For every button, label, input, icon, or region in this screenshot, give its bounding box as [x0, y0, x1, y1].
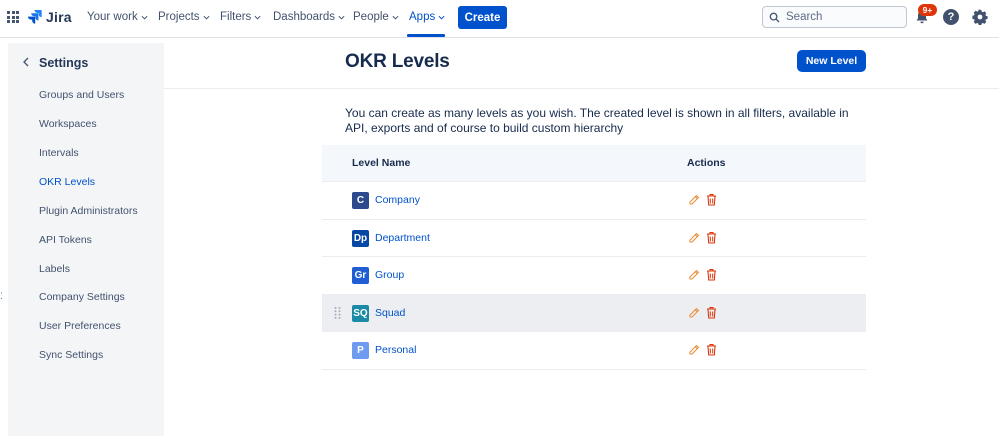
page-title: OKR Levels: [345, 51, 450, 72]
column-header-actions: Actions: [687, 157, 726, 169]
search-icon: [769, 12, 780, 23]
trash-icon[interactable]: [706, 343, 717, 356]
header-divider: [164, 88, 999, 89]
nav-apps[interactable]: Apps: [409, 11, 445, 23]
settings-sidebar: Settings Groups and Users Workspaces Int…: [8, 43, 164, 436]
pencil-icon[interactable]: [688, 307, 700, 319]
page-description: You can create as many levels as you wis…: [345, 106, 849, 135]
sidebar-title: Settings: [39, 56, 89, 70]
nav-label: Filters: [220, 11, 252, 23]
search-box[interactable]: [762, 6, 907, 28]
level-name-link[interactable]: Company: [375, 194, 420, 206]
level-name-link[interactable]: Personal: [375, 344, 416, 356]
jira-logo[interactable]: Jira: [28, 9, 72, 25]
chevron-down-icon: [338, 15, 345, 20]
sidebar-item-sync-settings[interactable]: Sync Settings: [39, 349, 103, 361]
nav-filters[interactable]: Filters: [220, 11, 261, 23]
product-name: Jira: [46, 9, 72, 25]
chevron-down-icon: [203, 15, 210, 20]
levels-table: Level Name Actions C Company Dp Departme…: [322, 145, 866, 370]
level-name-link[interactable]: Department: [375, 232, 430, 244]
level-avatar: Dp: [352, 229, 369, 247]
level-avatar: P: [352, 342, 369, 359]
table-row: C Company: [322, 182, 866, 220]
nav-dashboards[interactable]: Dashboards: [273, 11, 345, 23]
nav-label: Dashboards: [273, 11, 336, 23]
chevron-down-icon: [438, 15, 445, 20]
sidebar-item-user-preferences[interactable]: User Preferences: [39, 320, 121, 332]
level-name-link[interactable]: Group: [375, 269, 404, 281]
chevron-down-icon: [392, 15, 399, 20]
chevron-left-icon[interactable]: [22, 57, 30, 67]
level-avatar: Gr: [352, 267, 369, 284]
chevron-down-icon: [254, 15, 261, 20]
pencil-icon[interactable]: [688, 194, 700, 206]
nav-label: Projects: [158, 11, 200, 23]
pencil-icon[interactable]: [688, 344, 700, 356]
pencil-icon[interactable]: [688, 269, 700, 281]
sidebar-item-company-settings[interactable]: Company Settings: [39, 291, 125, 303]
trash-icon[interactable]: [706, 231, 717, 244]
table-row: P Personal: [322, 332, 866, 370]
nav-label: Your work: [87, 11, 138, 23]
nav-label: Apps: [409, 11, 436, 23]
table-row: SQ Squad: [322, 294, 866, 332]
nav-your-work[interactable]: Your work: [87, 11, 148, 23]
sidebar-item-plugin-administrators[interactable]: Plugin Administrators: [39, 205, 138, 217]
sidebar-item-groups-and-users[interactable]: Groups and Users: [39, 89, 124, 101]
sidebar-resize-handle[interactable]: ⁚: [0, 291, 3, 302]
table-row: Dp Department: [322, 219, 866, 257]
sidebar-item-api-tokens[interactable]: API Tokens: [39, 234, 92, 246]
table-header: Level Name Actions: [322, 145, 866, 182]
help-icon[interactable]: ?: [943, 9, 959, 25]
new-level-button[interactable]: New Level: [797, 50, 866, 72]
active-nav-indicator: [407, 34, 445, 37]
level-avatar: C: [352, 192, 369, 209]
top-navigation: Jira Your work Projects Filters Dashboar…: [0, 0, 999, 38]
chevron-down-icon: [141, 15, 148, 20]
notification-count-badge: 9+: [918, 4, 937, 16]
trash-icon[interactable]: [706, 306, 717, 319]
search-input[interactable]: [786, 11, 896, 23]
table-row: Gr Group: [322, 257, 866, 295]
app-switcher-icon[interactable]: [7, 11, 19, 23]
sidebar-item-workspaces[interactable]: Workspaces: [39, 118, 97, 130]
column-header-level-name: Level Name: [352, 157, 411, 169]
gear-icon[interactable]: [972, 9, 988, 25]
drag-handle-icon[interactable]: [334, 306, 341, 320]
create-button[interactable]: Create: [458, 6, 507, 29]
sidebar-item-labels[interactable]: Labels: [39, 263, 70, 275]
sidebar-item-intervals[interactable]: Intervals: [39, 147, 79, 159]
pencil-icon[interactable]: [688, 232, 700, 244]
jira-logo-icon: [28, 10, 42, 24]
sidebar-item-okr-levels[interactable]: OKR Levels: [39, 176, 95, 188]
nav-label: People: [353, 11, 389, 23]
trash-icon[interactable]: [706, 193, 717, 206]
nav-people[interactable]: People: [353, 11, 399, 23]
trash-icon[interactable]: [706, 268, 717, 281]
level-name-link[interactable]: Squad: [375, 307, 405, 319]
nav-projects[interactable]: Projects: [158, 11, 210, 23]
level-avatar: SQ: [352, 304, 369, 322]
